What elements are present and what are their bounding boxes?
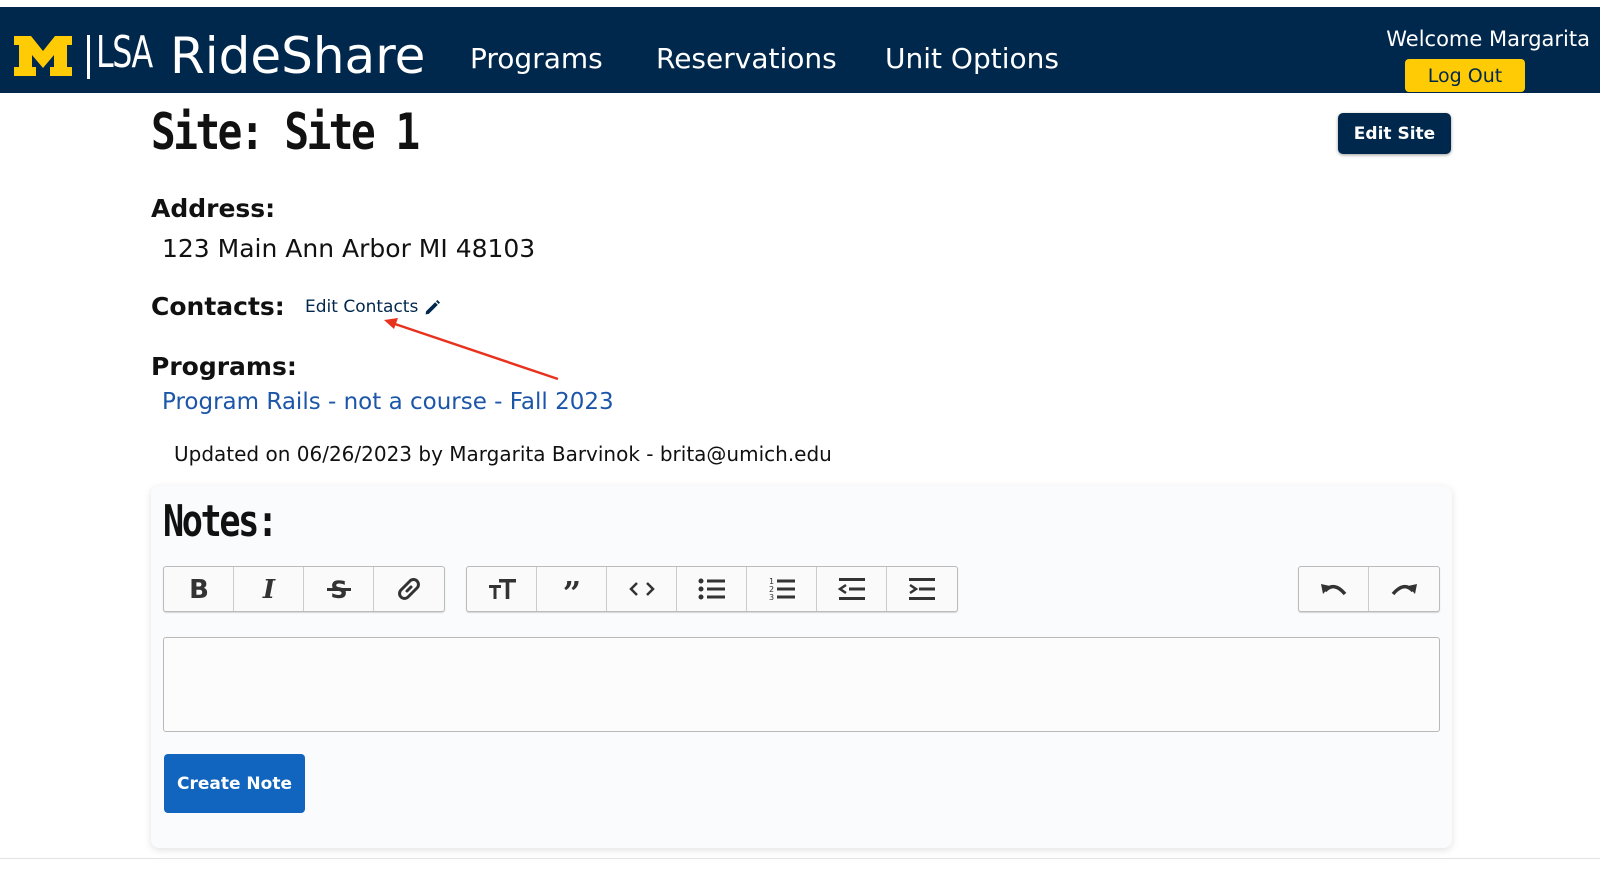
outdent-icon[interactable] xyxy=(817,567,887,611)
quote-icon[interactable]: ” xyxy=(537,567,607,611)
annotation-arrow-icon xyxy=(384,318,559,381)
edit-contacts-label: Edit Contacts xyxy=(305,297,419,317)
numbered-list-icon[interactable]: 123 xyxy=(747,567,817,611)
app-title[interactable]: RideShare xyxy=(170,27,425,85)
programs-label: Programs: xyxy=(151,352,297,381)
bold-icon[interactable]: B xyxy=(164,567,234,611)
block-m-logo-icon[interactable] xyxy=(12,34,74,78)
svg-text:3: 3 xyxy=(769,593,774,602)
page-divider xyxy=(0,858,1600,859)
history-toolbar xyxy=(1298,566,1440,612)
indent-icon[interactable] xyxy=(887,567,957,611)
nav-reservations[interactable]: Reservations xyxy=(656,42,837,75)
pencil-icon xyxy=(425,299,441,314)
logo-divider xyxy=(87,35,90,79)
address-value: 123 Main Ann Arbor MI 48103 xyxy=(162,234,536,263)
welcome-message: Welcome Margarita xyxy=(1386,27,1590,51)
svg-text:I: I xyxy=(261,575,275,604)
strikethrough-icon[interactable]: S xyxy=(304,567,374,611)
notes-card: Notes: B I S ” 123 Create Note xyxy=(151,486,1452,848)
updated-info: Updated on 06/26/2023 by Margarita Barvi… xyxy=(174,442,832,466)
bullet-list-icon[interactable] xyxy=(677,567,747,611)
program-link[interactable]: Program Rails - not a course - Fall 2023 xyxy=(162,389,614,415)
top-navbar: LSA RideShare Programs Reservations Unit… xyxy=(0,7,1600,93)
page-title: Site: Site 1 xyxy=(151,103,420,161)
notes-editor[interactable] xyxy=(163,637,1440,732)
contacts-label: Contacts: xyxy=(151,292,285,321)
italic-icon[interactable]: I xyxy=(234,567,304,611)
nav-unit-options[interactable]: Unit Options xyxy=(885,42,1059,75)
edit-site-button[interactable]: Edit Site xyxy=(1338,113,1451,154)
notes-title: Notes: xyxy=(163,496,278,547)
nav-programs[interactable]: Programs xyxy=(470,42,603,75)
edit-contacts-link[interactable]: Edit Contacts xyxy=(305,297,441,317)
text-format-toolbar: B I S xyxy=(163,566,445,612)
code-icon[interactable] xyxy=(607,567,677,611)
heading-icon[interactable] xyxy=(467,567,537,611)
svg-text:”: ” xyxy=(562,574,580,604)
block-format-toolbar: ” 123 xyxy=(466,566,958,612)
link-icon[interactable] xyxy=(374,567,444,611)
redo-icon[interactable] xyxy=(1369,567,1439,611)
create-note-button[interactable]: Create Note xyxy=(164,754,305,813)
lsa-logo-text[interactable]: LSA xyxy=(96,27,153,78)
svg-text:B: B xyxy=(189,575,209,604)
address-label: Address: xyxy=(151,194,276,223)
undo-icon[interactable] xyxy=(1299,567,1369,611)
logout-button[interactable]: Log Out xyxy=(1405,59,1525,92)
